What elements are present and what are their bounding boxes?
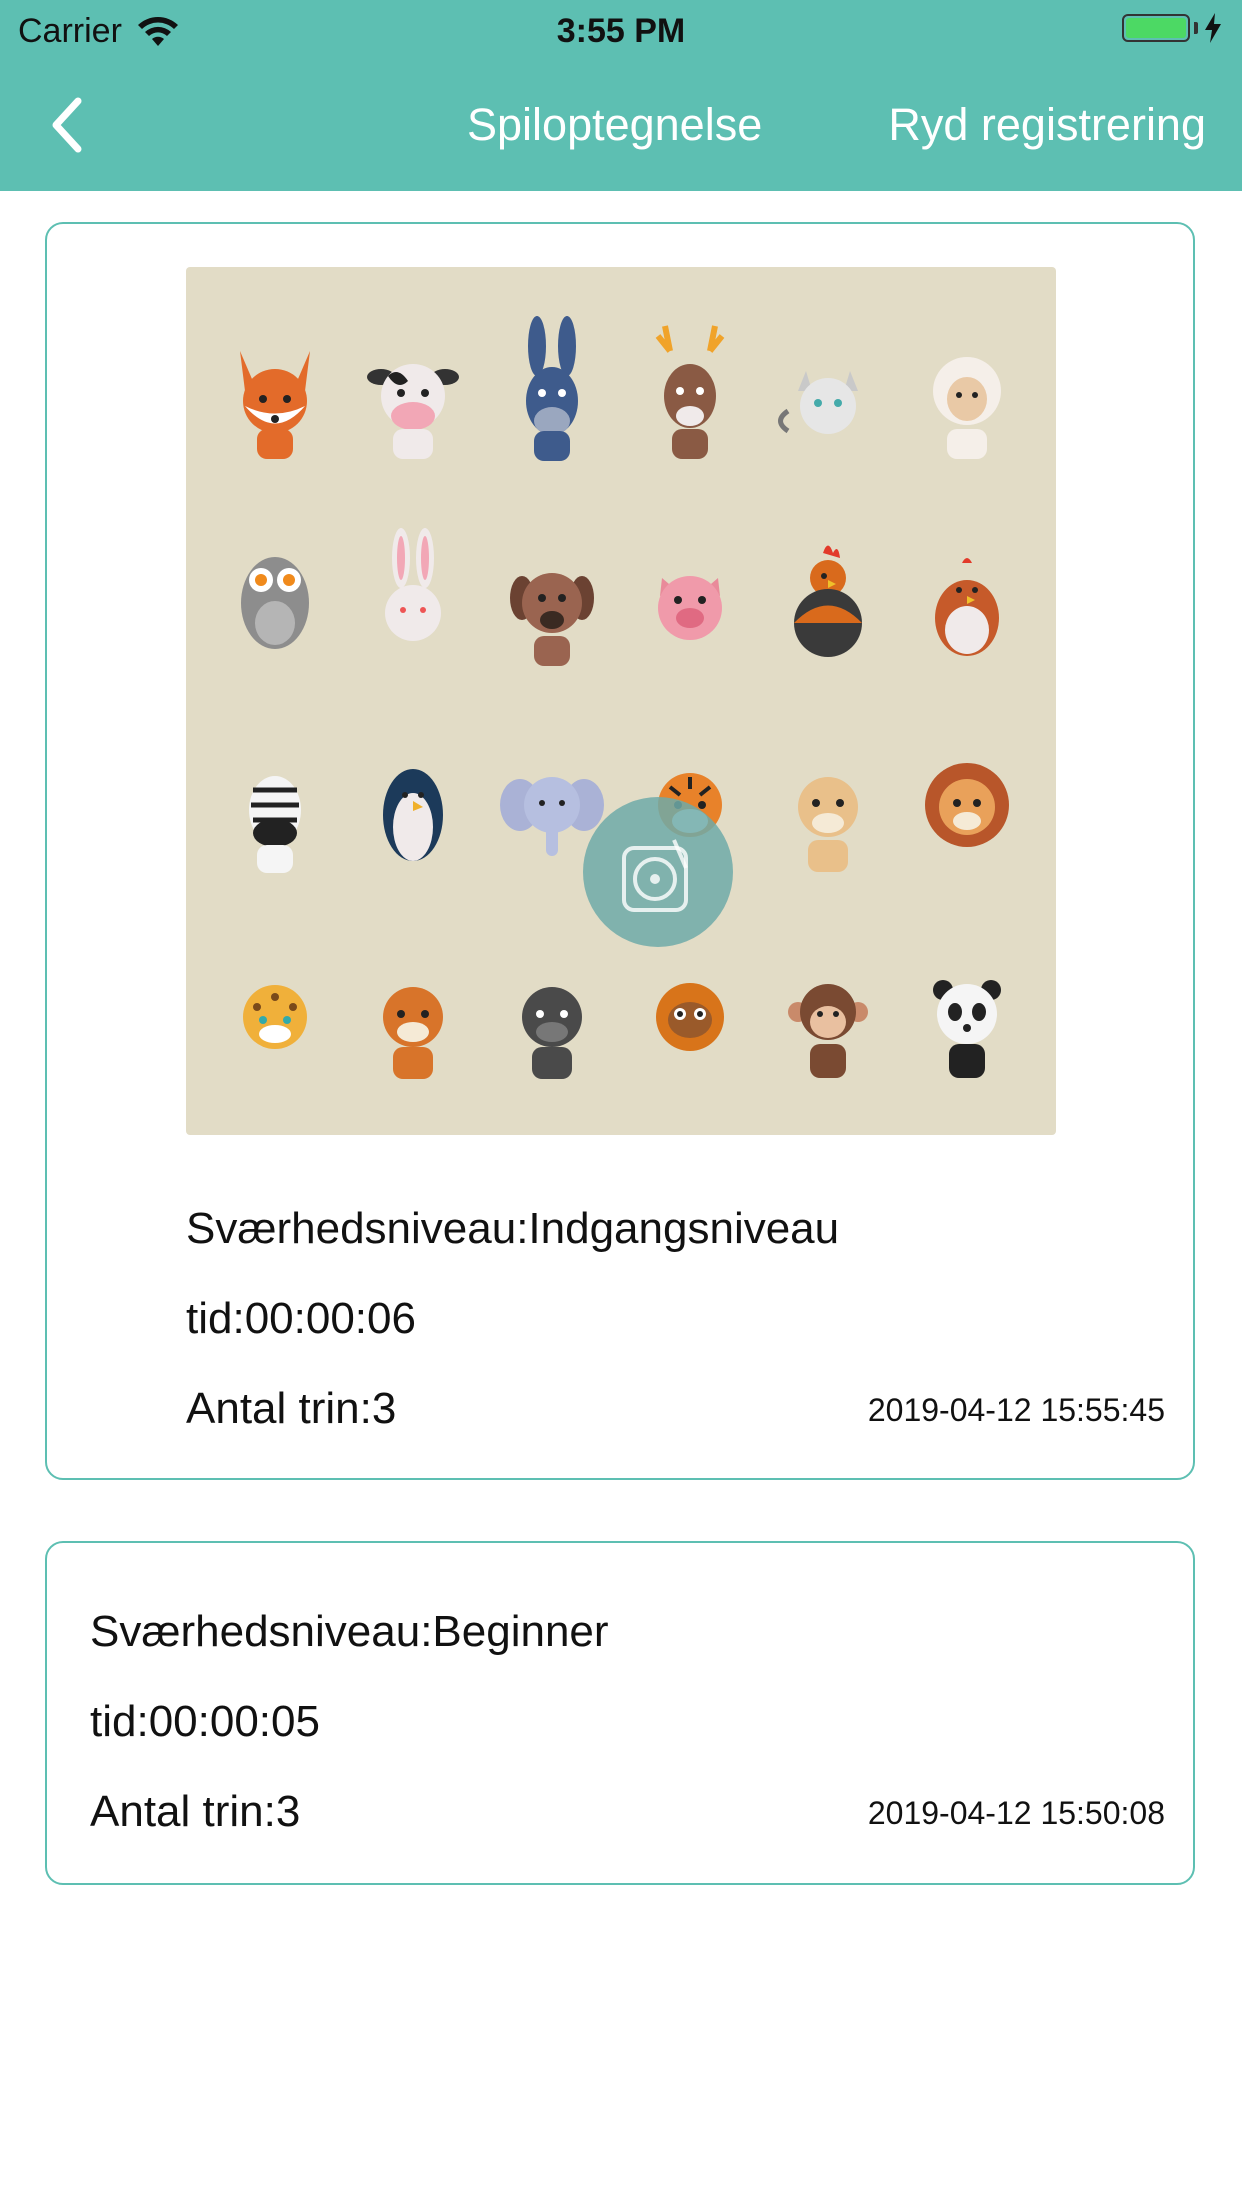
status-time: 3:55 PM (556, 12, 686, 50)
leopard-icon (206, 908, 344, 1115)
page-title: Spiloptegnelse (467, 99, 763, 150)
record-date: 2019-04-12 15:50:08 (867, 1795, 1165, 1831)
hen-icon (898, 494, 1036, 701)
record-card[interactable]: Sværhedsniveau:Beginner tid:00:00:05 Ant… (45, 1541, 1195, 1885)
deer-icon (621, 287, 759, 494)
cat-icon (759, 287, 897, 494)
rabbit-icon (344, 494, 482, 701)
record-steps: Antal trin:3 (90, 1787, 301, 1836)
rooster-icon (759, 494, 897, 701)
battery-fill (1126, 18, 1186, 38)
zebra-icon (206, 701, 344, 908)
charging-bolt-icon (1205, 13, 1221, 43)
animal-puzzle-image[interactable] (186, 267, 1056, 1135)
penguin-icon (344, 701, 482, 908)
cub-icon (344, 908, 482, 1115)
pig-icon (621, 494, 759, 701)
lioness-icon (759, 701, 897, 908)
nav-bar: Spiloptegnelse Ryd registrering (0, 60, 1242, 191)
record-card[interactable]: Sværhedsniveau:Indgangsniveau tid:00:00:… (45, 222, 1195, 1480)
battery-cap (1194, 22, 1198, 34)
record-time: tid:00:00:06 (186, 1294, 416, 1343)
battery-indicator (1122, 12, 1224, 44)
fox-icon (206, 287, 344, 494)
record-date: 2019-04-12 15:55:45 (867, 1392, 1165, 1428)
dog-icon (483, 494, 621, 701)
record-difficulty: Sværhedsniveau:Indgangsniveau (186, 1204, 840, 1253)
lion-icon (898, 701, 1036, 908)
chevron-left-icon (52, 97, 82, 153)
record-difficulty: Sværhedsniveau:Beginner (90, 1607, 609, 1656)
battery-icon (1122, 14, 1190, 42)
sheep-icon (898, 287, 1036, 494)
animal-grid (206, 287, 1036, 1115)
replay-disc-icon (622, 839, 688, 912)
owl-icon (206, 494, 344, 701)
panda-icon (898, 908, 1036, 1115)
status-bar: Carrier 3:55 PM (0, 0, 1242, 60)
record-steps: Antal trin:3 (186, 1384, 397, 1433)
donkey-icon (483, 287, 621, 494)
back-button[interactable] (36, 90, 96, 160)
panther-icon (483, 908, 621, 1115)
record-time: tid:00:00:05 (90, 1697, 320, 1746)
clear-records-button[interactable]: Ryd registrering (888, 100, 1206, 150)
play-replay-button[interactable] (583, 797, 733, 947)
header: Carrier 3:55 PM Spiloptegnelse Ryd regis… (0, 0, 1242, 191)
cow-icon (344, 287, 482, 494)
monkey-icon (759, 908, 897, 1115)
